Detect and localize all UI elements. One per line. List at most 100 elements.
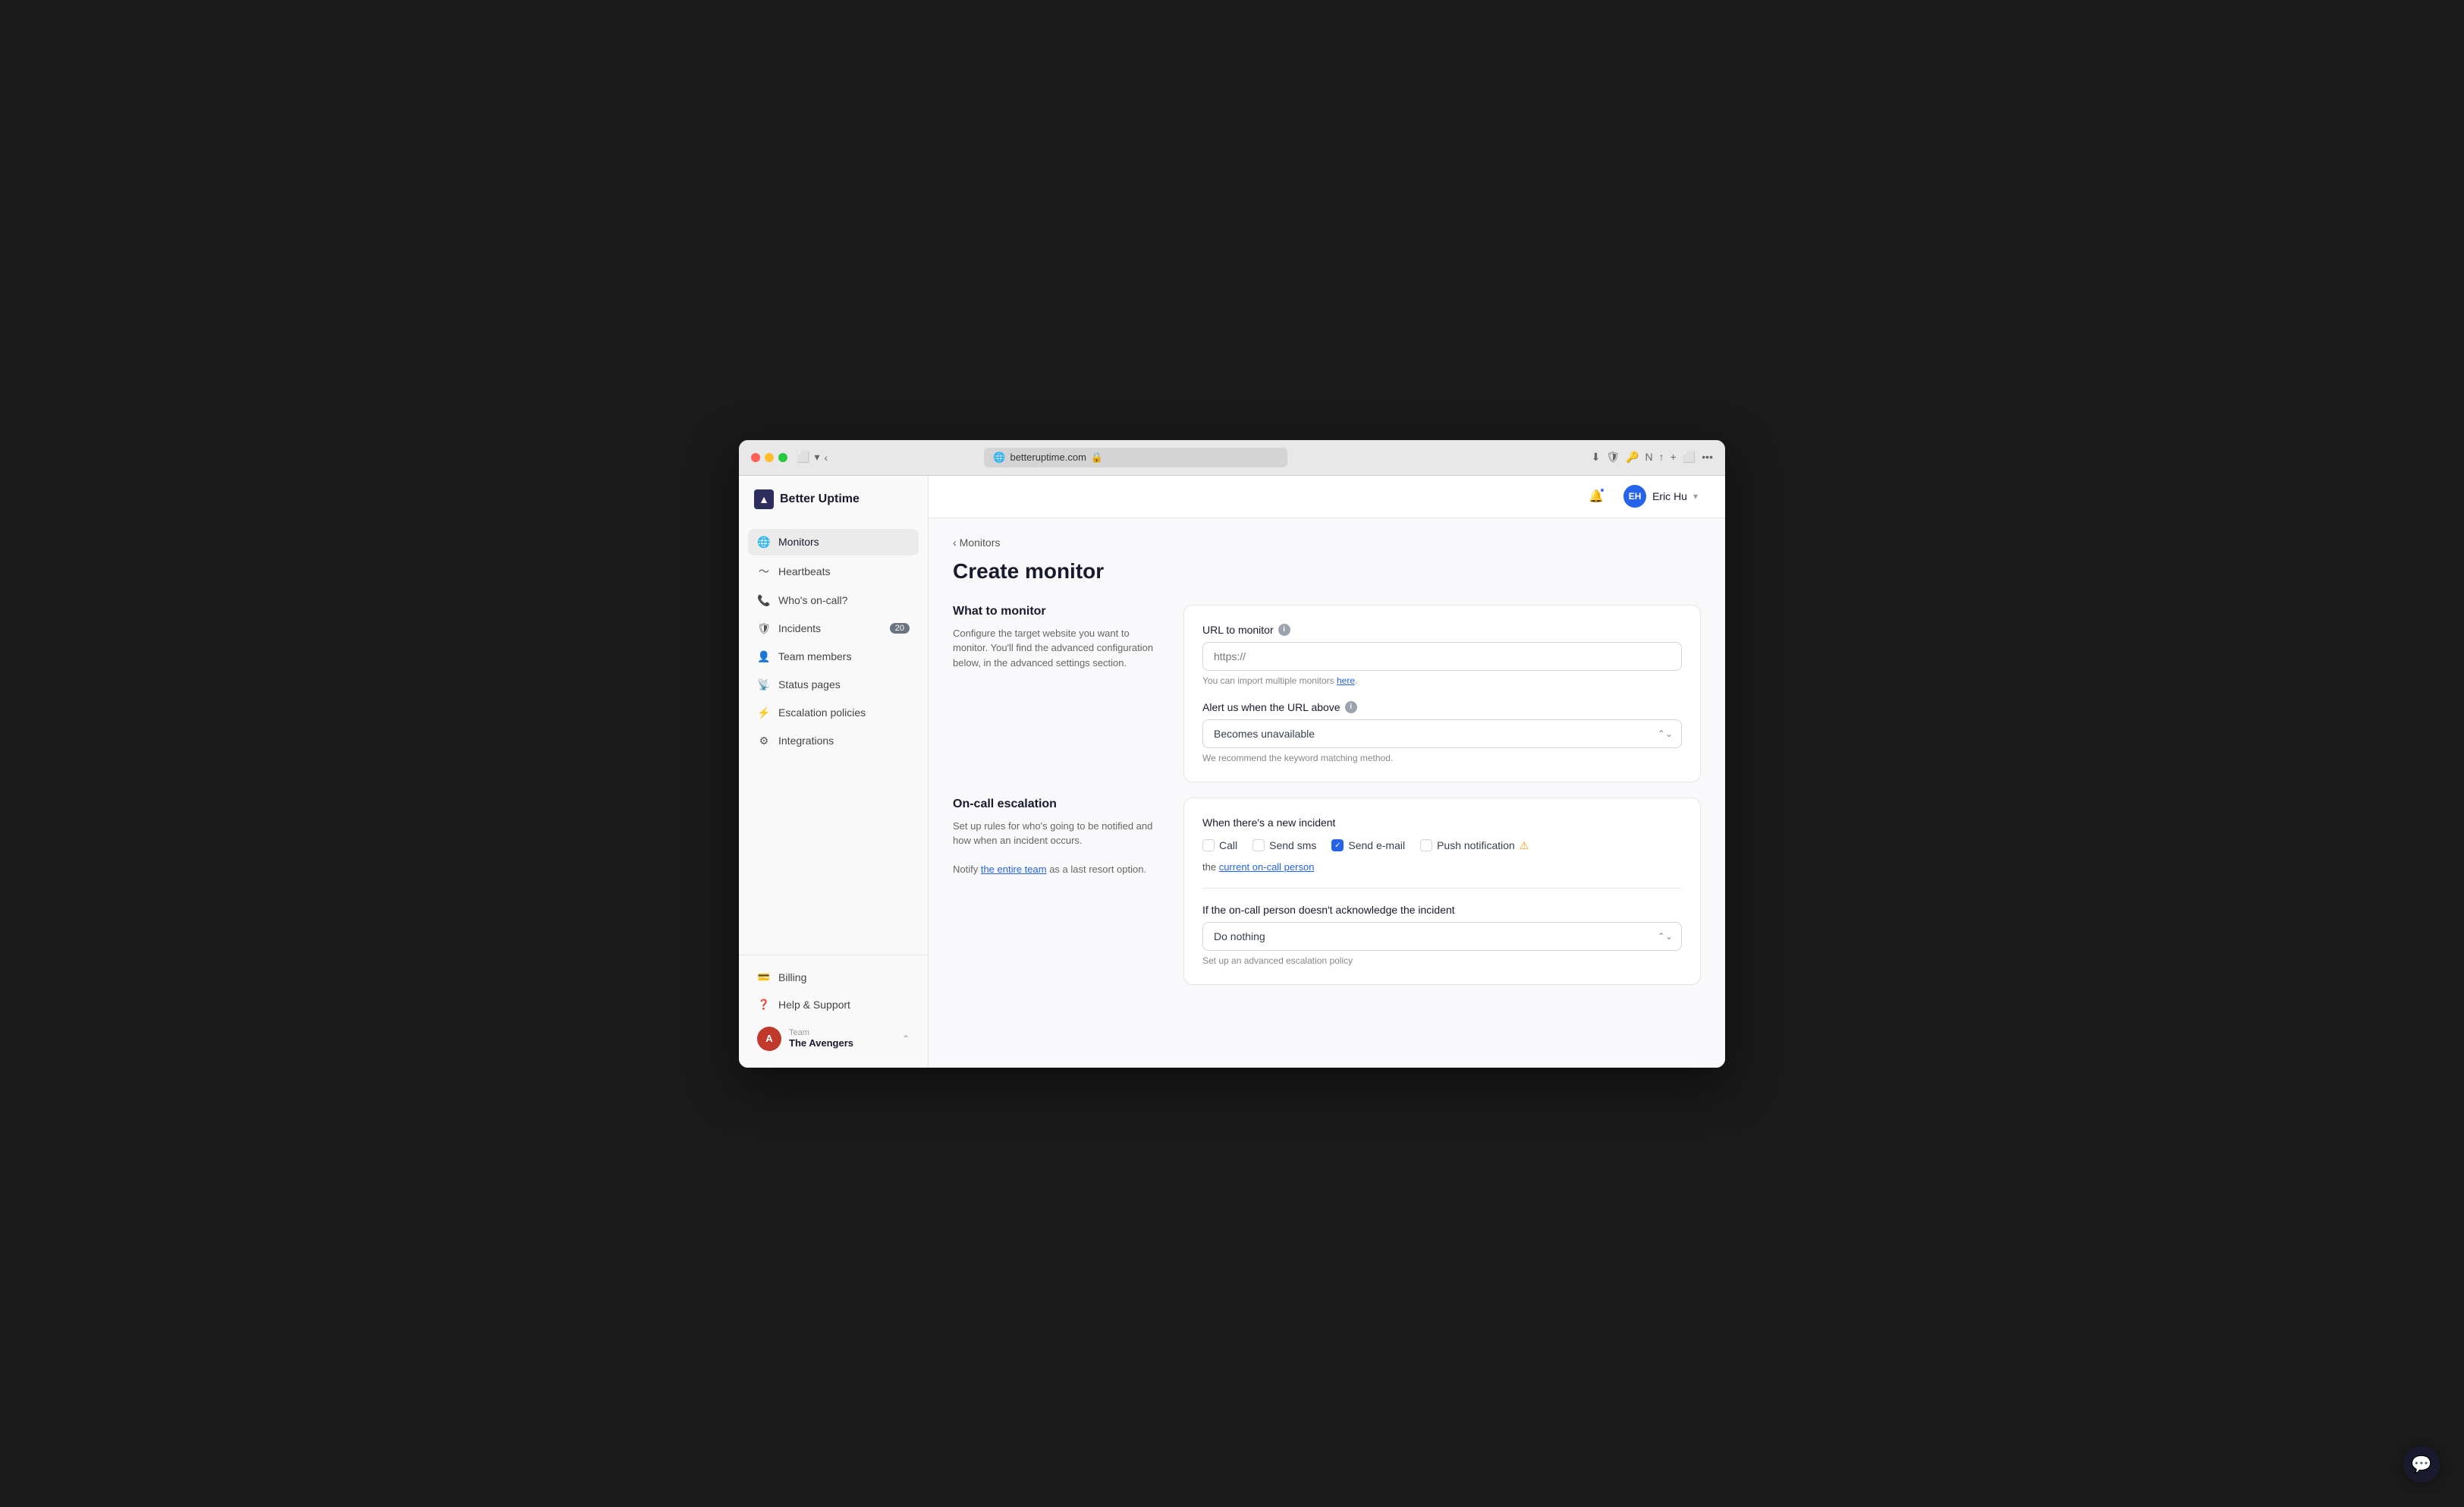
- call-label: Call: [1219, 839, 1237, 851]
- sidebar-item-on-call[interactable]: 📞 Who's on-call?: [748, 587, 919, 614]
- chevron-icon: ⌃: [902, 1034, 910, 1044]
- incident-notification-group: When there's a new incident Call Send sm…: [1202, 816, 1682, 873]
- call-checkbox[interactable]: [1202, 839, 1215, 851]
- address-bar[interactable]: 🌐 betteruptime.com 🔒: [984, 448, 1287, 467]
- push-label: Push notification: [1437, 839, 1515, 851]
- sidebar-item-escalation[interactable]: ⚡ Escalation policies: [748, 700, 919, 726]
- notification-button[interactable]: 🔔: [1584, 484, 1608, 508]
- sidebar-item-label: Status pages: [778, 678, 841, 691]
- minimize-button[interactable]: [765, 453, 774, 462]
- sidebar-item-label: Heartbeats: [778, 565, 830, 577]
- alert-hint: We recommend the keyword matching method…: [1202, 753, 1682, 763]
- incident-title: When there's a new incident: [1202, 816, 1682, 829]
- sidebar-item-label: Team members: [778, 650, 851, 662]
- sidebar-item-status-pages[interactable]: 📡 Status pages: [748, 672, 919, 698]
- sidebar-item-team-members[interactable]: 👤 Team members: [748, 643, 919, 670]
- sidebar-item-label: Help & Support: [778, 999, 850, 1011]
- app-container: ▲ Better Uptime 🌐 Monitors 〜 Heartbeats …: [739, 476, 1725, 1068]
- chevron-down-icon: ▾: [814, 451, 819, 464]
- sidebar-item-integrations[interactable]: ⚙ Integrations: [748, 728, 919, 754]
- email-checkbox-item[interactable]: ✓ Send e-mail: [1331, 839, 1405, 851]
- share-icon[interactable]: ↑: [1659, 451, 1664, 464]
- shield-icon[interactable]: 🛡: [1606, 451, 1620, 464]
- sidebar-item-heartbeats[interactable]: 〜 Heartbeats: [748, 557, 919, 586]
- url-hint: You can import multiple monitors here.: [1202, 675, 1682, 686]
- sidebar-item-incidents[interactable]: 🛡 Incidents 20: [748, 615, 919, 642]
- incidents-badge: 20: [890, 623, 910, 634]
- what-to-monitor-section: What to monitor Configure the target web…: [953, 605, 1701, 782]
- back-icon[interactable]: ‹: [824, 451, 828, 464]
- sms-checkbox-item[interactable]: Send sms: [1252, 839, 1316, 851]
- url-input[interactable]: [1202, 642, 1682, 671]
- globe-icon: 🌐: [757, 536, 771, 549]
- back-button[interactable]: ‹ Monitors: [953, 536, 1000, 549]
- email-label: Send e-mail: [1348, 839, 1405, 851]
- broadcast-icon: 📡: [757, 678, 771, 691]
- last-resort-text: Notify the entire team as a last resort …: [953, 862, 1165, 877]
- sidebar-toggle-icon[interactable]: ⬜: [797, 451, 809, 464]
- sidebar-item-billing[interactable]: 💳 Billing: [748, 964, 919, 990]
- no-ack-hint: Set up an advanced escalation policy: [1202, 955, 1682, 966]
- user-avatar: EH: [1623, 485, 1646, 508]
- email-checkbox[interactable]: ✓: [1331, 839, 1344, 851]
- tabs-icon[interactable]: ⬜: [1683, 451, 1696, 464]
- globe-icon: 🌐: [993, 451, 1005, 464]
- notification-dot: [1599, 487, 1605, 493]
- new-tab-icon[interactable]: +: [1670, 451, 1677, 464]
- user-chevron-icon: ▾: [1693, 491, 1698, 502]
- team-selector[interactable]: A Team The Avengers ⌃: [748, 1019, 919, 1059]
- page-body: ‹ Monitors Create monitor What to monito…: [929, 518, 1725, 1068]
- phone-icon: 📞: [757, 594, 771, 607]
- chat-button[interactable]: 💬: [2403, 1446, 2440, 1483]
- sidebar-item-monitors[interactable]: 🌐 Monitors: [748, 529, 919, 555]
- section-heading: What to monitor: [953, 605, 1165, 618]
- on-call-person-link[interactable]: current on-call person: [1219, 861, 1315, 873]
- download-icon[interactable]: ⬇: [1592, 451, 1601, 464]
- on-call-link-text: the current on-call person: [1202, 861, 1682, 873]
- page-title: Create monitor: [953, 559, 1701, 584]
- close-button[interactable]: [751, 453, 760, 462]
- more-icon[interactable]: •••: [1702, 451, 1713, 464]
- sidebar-bottom: 💳 Billing ❓ Help & Support A Team The Av…: [739, 955, 928, 1068]
- logo-icon: ▲: [754, 489, 774, 509]
- breadcrumb: ‹ Monitors: [953, 536, 1701, 549]
- push-checkbox[interactable]: [1420, 839, 1432, 851]
- on-call-description: On-call escalation Set up rules for who'…: [953, 798, 1165, 877]
- heartbeat-icon: 〜: [757, 564, 771, 579]
- call-checkbox-item[interactable]: Call: [1202, 839, 1237, 851]
- alert-select-wrapper: Becomes unavailable Returns a specific s…: [1202, 719, 1682, 748]
- sms-checkbox[interactable]: [1252, 839, 1265, 851]
- sidebar-item-label: Integrations: [778, 735, 834, 747]
- sidebar-item-help[interactable]: ❓ Help & Support: [748, 992, 919, 1018]
- team-avatar: A: [757, 1027, 781, 1051]
- person-icon: 👤: [757, 650, 771, 663]
- app-name: Better Uptime: [780, 492, 860, 506]
- sidebar-item-label: Escalation policies: [778, 706, 866, 719]
- traffic-lights: [751, 453, 787, 462]
- team-info: Team The Avengers: [789, 1028, 894, 1049]
- lock-icon: 🔒: [1091, 451, 1103, 464]
- what-to-monitor-card: URL to monitor i You can import multiple…: [1183, 605, 1701, 782]
- fullscreen-button[interactable]: [778, 453, 787, 462]
- team-label: Team: [789, 1028, 894, 1037]
- topbar: 🔔 EH Eric Hu ▾: [929, 476, 1725, 518]
- no-ack-group: If the on-call person doesn't acknowledg…: [1202, 904, 1682, 966]
- user-menu-button[interactable]: EH Eric Hu ▾: [1617, 482, 1704, 511]
- notion-icon[interactable]: N: [1645, 451, 1653, 464]
- password-icon[interactable]: 🔑: [1626, 451, 1639, 464]
- browser-controls: ⬜ ▾ ‹: [797, 451, 828, 464]
- no-ack-label: If the on-call person doesn't acknowledg…: [1202, 904, 1682, 916]
- url-hint-link[interactable]: here: [1337, 675, 1355, 686]
- gear-icon: ⚙: [757, 735, 771, 747]
- main-content: 🔔 EH Eric Hu ▾ ‹ Monitors Create monitor: [929, 476, 1725, 1068]
- alert-info-icon[interactable]: i: [1345, 701, 1357, 713]
- url-info-icon[interactable]: i: [1278, 624, 1290, 636]
- chat-icon: 💬: [2411, 1455, 2431, 1474]
- url-label: URL to monitor i: [1202, 624, 1682, 636]
- push-checkbox-item[interactable]: Push notification ⚠: [1420, 839, 1529, 852]
- no-ack-select[interactable]: Do nothing Escalate to next policy level: [1202, 922, 1682, 951]
- alert-select[interactable]: Becomes unavailable Returns a specific s…: [1202, 719, 1682, 748]
- checkbox-row: Call Send sms ✓ Send e-mail: [1202, 839, 1682, 852]
- sms-label: Send sms: [1269, 839, 1316, 851]
- entire-team-link[interactable]: the entire team: [981, 864, 1047, 875]
